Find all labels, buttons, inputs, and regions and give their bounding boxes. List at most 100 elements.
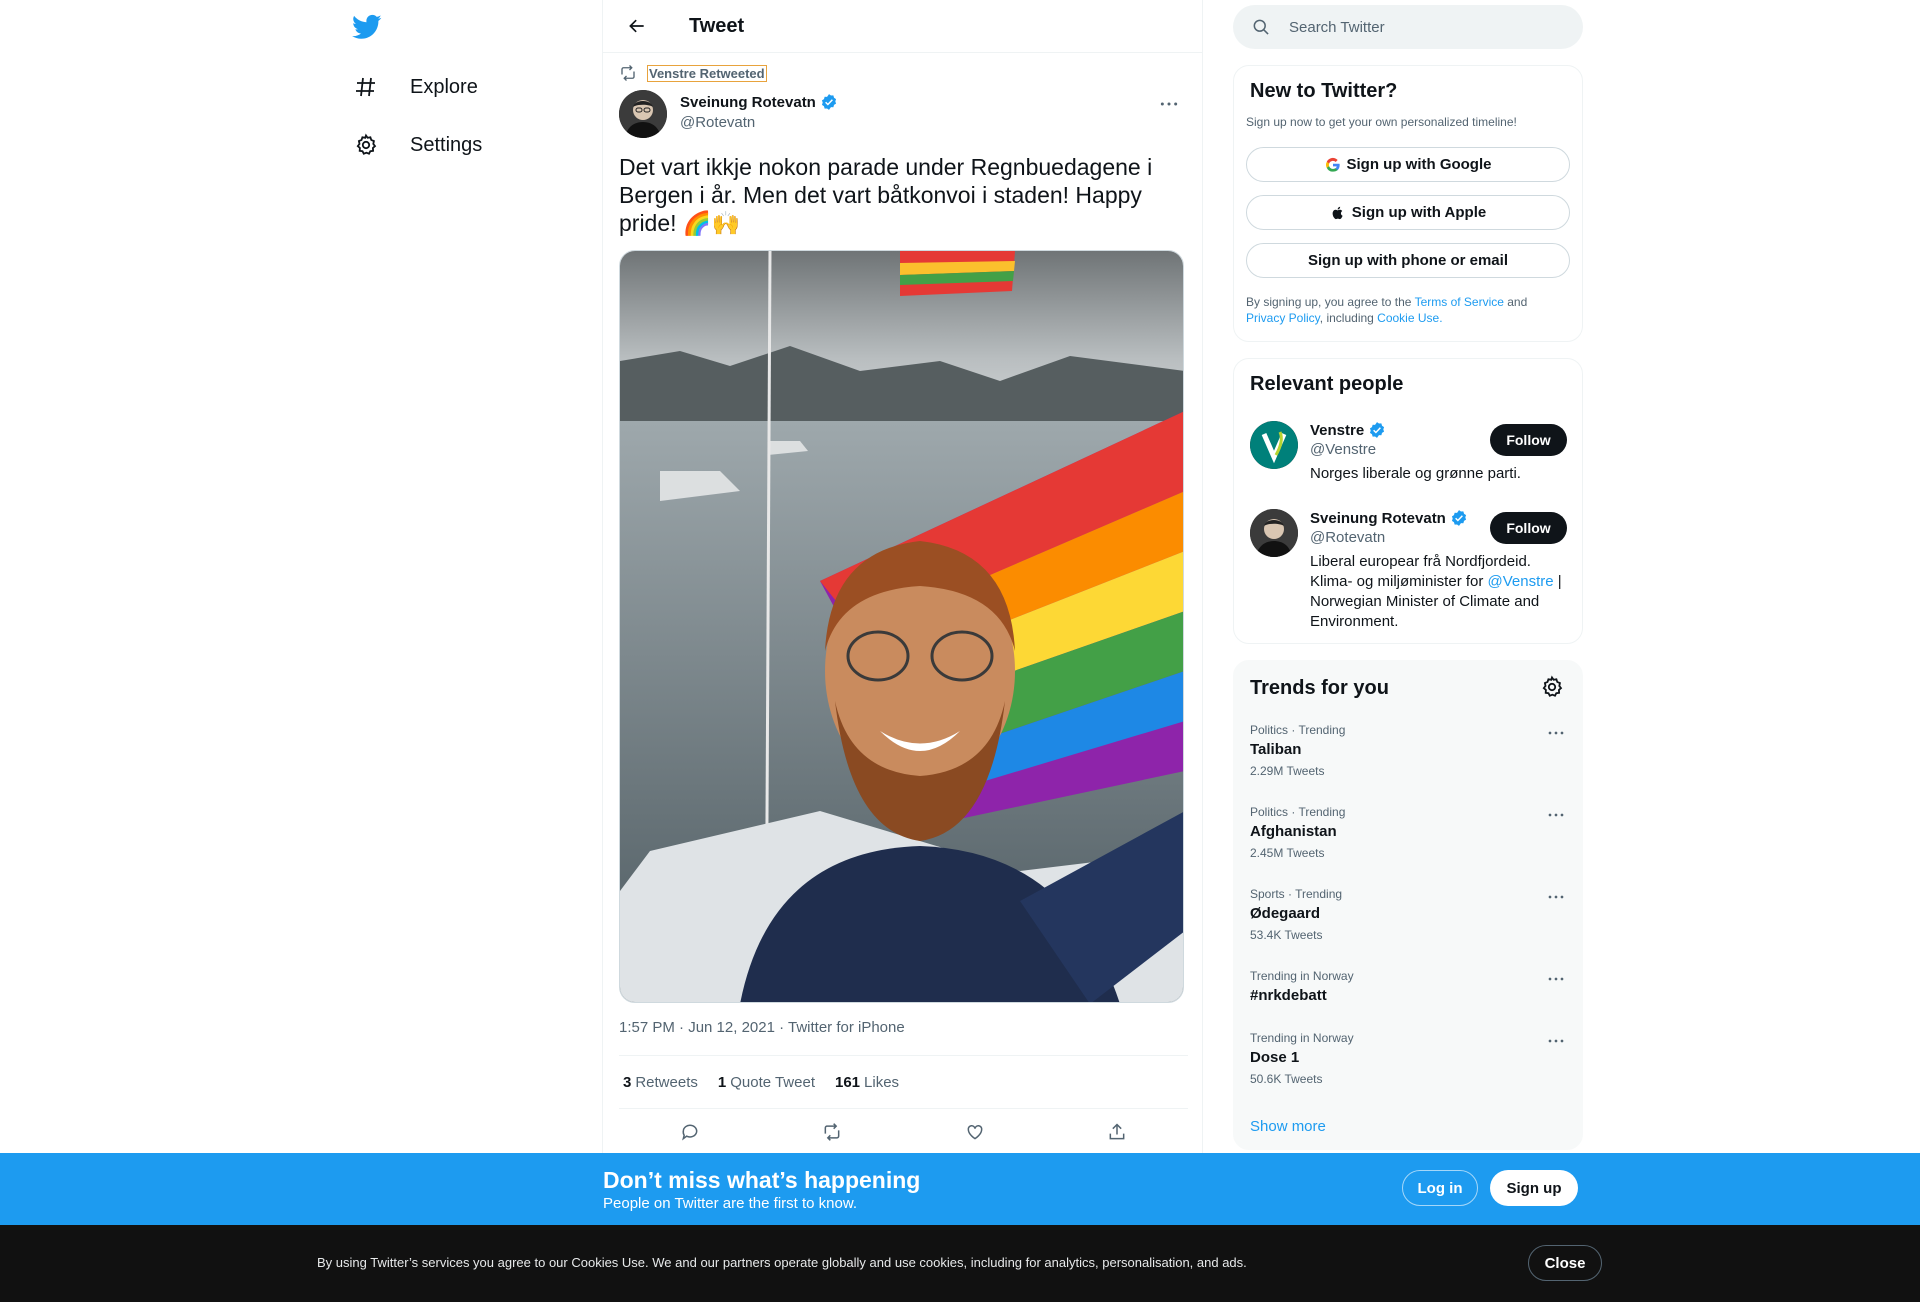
signup-apple-button[interactable]: Sign up with Apple bbox=[1246, 195, 1570, 230]
person-bio-rotevatn: Liberal europear frå Nordfjordeid. Klima… bbox=[1310, 552, 1572, 632]
author-handle[interactable]: @Rotevatn bbox=[680, 114, 755, 131]
person-handle-venstre[interactable]: @Venstre bbox=[1310, 441, 1376, 458]
person-avatar-venstre[interactable] bbox=[1250, 421, 1298, 469]
likes-count: 161 bbox=[835, 1073, 861, 1091]
retweeted-by-link[interactable]: Venstre Retweeted bbox=[647, 64, 767, 82]
trend-more-button[interactable] bbox=[1542, 723, 1570, 743]
tweet-more-button[interactable] bbox=[1152, 92, 1186, 116]
nav-settings-label: Settings bbox=[410, 133, 483, 156]
person-name-rotevatn[interactable]: Sveinung Rotevatn bbox=[1310, 509, 1468, 527]
arrow-left-icon bbox=[629, 19, 644, 33]
trend-item[interactable]: Sports · Trending Ødegaard 53.4K Tweets bbox=[1250, 887, 1570, 942]
signup-banner-subline: People on Twitter are the first to know. bbox=[603, 1195, 858, 1212]
signup-google-label: Sign up with Google bbox=[1346, 156, 1492, 173]
nav-settings[interactable]: Settings bbox=[352, 123, 482, 167]
more-dots-icon bbox=[1160, 102, 1178, 106]
verified-badge-icon bbox=[821, 94, 836, 110]
privacy-link[interactable]: Privacy Policy bbox=[1246, 311, 1320, 325]
tweet-text: Det vart ikkje nokon parade under Regnbu… bbox=[619, 154, 1153, 236]
verified-badge-icon bbox=[1451, 510, 1466, 526]
reply-button[interactable] bbox=[673, 1115, 707, 1149]
new-to-twitter-subtitle: Sign up now to get your own personalized… bbox=[1246, 115, 1517, 129]
trend-context: Politics · Trending bbox=[1250, 723, 1346, 737]
trend-item[interactable]: Politics · Trending Taliban 2.29M Tweets bbox=[1250, 723, 1570, 778]
twitter-logo-icon[interactable] bbox=[352, 12, 384, 44]
person-avatar-rotevatn[interactable] bbox=[1250, 509, 1298, 557]
follow-rotevatn-button[interactable]: Follow bbox=[1490, 512, 1567, 544]
author-avatar[interactable] bbox=[619, 90, 667, 138]
more-dots-icon bbox=[1548, 813, 1564, 817]
trend-item[interactable]: Trending in Norway Dose 1 50.6K Tweets bbox=[1250, 1031, 1570, 1086]
trend-more-button[interactable] bbox=[1542, 1031, 1570, 1051]
share-button[interactable] bbox=[1100, 1115, 1134, 1149]
signup-banner: Don’t miss what’s happening People on Tw… bbox=[0, 1153, 1920, 1225]
trends-show-more-link[interactable]: Show more bbox=[1250, 1118, 1326, 1135]
cookie-close-button[interactable]: Close bbox=[1528, 1245, 1602, 1281]
cookie-link[interactable]: Cookie Use. bbox=[1377, 311, 1442, 325]
retweets-label: Retweets bbox=[635, 1073, 698, 1091]
bio-mention-link[interactable]: @Venstre bbox=[1488, 573, 1554, 590]
share-icon bbox=[1109, 1123, 1125, 1140]
search-input[interactable] bbox=[1289, 18, 1549, 36]
signup-google-button[interactable]: Sign up with Google bbox=[1246, 147, 1570, 182]
search-icon bbox=[1253, 19, 1269, 35]
quote-tweets-stat[interactable]: 1 Quote Tweet bbox=[718, 1074, 815, 1091]
trend-topic: #nrkdebatt bbox=[1250, 987, 1327, 1004]
trend-context: Trending in Norway bbox=[1250, 1031, 1354, 1045]
tweet-stats: 3 Retweets 1 Quote Tweet 161 Likes bbox=[619, 1055, 1188, 1109]
nav-explore-label: Explore bbox=[410, 75, 478, 98]
trends-card: Trends for you Politics · Trending Talib… bbox=[1233, 660, 1583, 1150]
main-column: Tweet Venstre Retweeted Sveinung Rotevat… bbox=[602, 0, 1203, 1302]
retweet-icon bbox=[621, 65, 635, 81]
author-name-text: Sveinung Rotevatn bbox=[680, 93, 816, 111]
likes-stat[interactable]: 161 Likes bbox=[835, 1074, 899, 1091]
relevant-people-title: Relevant people bbox=[1250, 373, 1404, 395]
tweet-photo[interactable] bbox=[619, 250, 1184, 1003]
person-name-text: Venstre bbox=[1310, 421, 1365, 439]
trends-title: Trends for you bbox=[1250, 677, 1389, 699]
trend-item[interactable]: Politics · Trending Afghanistan 2.45M Tw… bbox=[1250, 805, 1570, 860]
follow-venstre-button[interactable]: Follow bbox=[1490, 424, 1567, 456]
person-handle-rotevatn[interactable]: @Rotevatn bbox=[1310, 529, 1385, 546]
trend-context: Politics · Trending bbox=[1250, 805, 1346, 819]
trend-count: 2.45M Tweets bbox=[1250, 846, 1325, 860]
retweets-stat[interactable]: 3 Retweets bbox=[623, 1074, 698, 1091]
retweeted-by: Venstre Retweeted bbox=[619, 63, 767, 83]
login-button[interactable]: Log in bbox=[1402, 1170, 1478, 1206]
quotes-count: 1 bbox=[717, 1073, 727, 1091]
legal-prefix: By signing up, you agree to the bbox=[1246, 295, 1415, 309]
tweet-timestamp[interactable]: 1:57 PM · Jun 12, 2021 · Twitter for iPh… bbox=[619, 1019, 905, 1036]
reply-icon bbox=[682, 1124, 698, 1141]
trend-topic: Dose 1 bbox=[1250, 1049, 1300, 1066]
trend-topic: Ødegaard bbox=[1250, 905, 1321, 922]
new-to-twitter-title: New to Twitter? bbox=[1250, 80, 1398, 102]
trend-topic: Afghanistan bbox=[1250, 823, 1337, 840]
quotes-label: Quote Tweet bbox=[730, 1073, 815, 1091]
trend-more-button[interactable] bbox=[1542, 887, 1570, 907]
like-button[interactable] bbox=[958, 1115, 992, 1149]
search-bar[interactable] bbox=[1233, 5, 1583, 49]
author-name[interactable]: Sveinung Rotevatn bbox=[680, 93, 838, 111]
more-dots-icon bbox=[1548, 1039, 1564, 1043]
retweet-button[interactable] bbox=[815, 1115, 849, 1149]
relevant-people-card: Relevant people Venstre @Venstre Norges … bbox=[1233, 358, 1583, 644]
trend-more-button[interactable] bbox=[1542, 805, 1570, 825]
trends-settings-gear-icon[interactable] bbox=[1540, 675, 1564, 699]
google-icon bbox=[1325, 157, 1340, 172]
legal-and: and bbox=[1503, 295, 1528, 309]
nav-explore[interactable]: Explore bbox=[352, 65, 478, 109]
signup-phone-button[interactable]: Sign up with phone or email bbox=[1246, 243, 1570, 278]
trend-item[interactable]: Trending in Norway #nrkdebatt bbox=[1250, 969, 1570, 1004]
retweet-icon bbox=[824, 1123, 840, 1141]
new-to-twitter-card: New to Twitter? Sign up now to get your … bbox=[1233, 65, 1583, 342]
back-button[interactable] bbox=[619, 8, 655, 44]
trend-count: 53.4K Tweets bbox=[1250, 928, 1323, 942]
person-bio-venstre: Norges liberale og grønne parti. bbox=[1310, 465, 1521, 482]
signup-apple-label: Sign up with Apple bbox=[1351, 204, 1487, 221]
terms-link[interactable]: Terms of Service bbox=[1415, 295, 1504, 309]
person-name-venstre[interactable]: Venstre bbox=[1310, 421, 1386, 439]
legal-including: , including bbox=[1319, 311, 1378, 325]
trend-more-button[interactable] bbox=[1542, 969, 1570, 989]
signup-button[interactable]: Sign up bbox=[1490, 1170, 1578, 1206]
signup-phone-label: Sign up with phone or email bbox=[1307, 252, 1508, 269]
